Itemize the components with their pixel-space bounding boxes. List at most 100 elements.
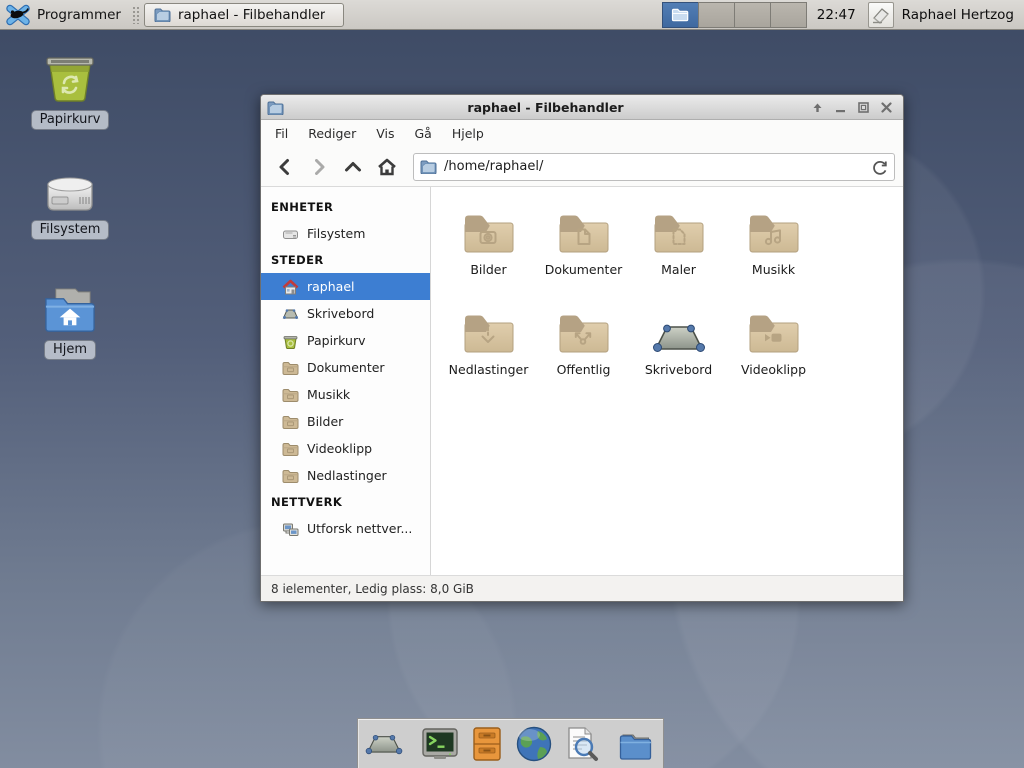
menubar: FilRedigerVisGåHjelp — [261, 120, 903, 147]
file-view[interactable]: Bilder Dokumenter Maler Musikk Nedlastin… — [431, 187, 903, 575]
workspace-window-icon — [671, 7, 689, 22]
desktop-icon — [652, 299, 706, 355]
desktop-icon-papirkurv[interactable]: Papirkurv — [18, 46, 122, 130]
dock-web-browser-button[interactable] — [515, 724, 553, 764]
taskbar-window-button[interactable]: raphael - Filbehandler — [144, 3, 344, 27]
dock-terminal-button[interactable] — [421, 724, 459, 764]
sidebar-item-bilder[interactable]: Bilder — [261, 408, 430, 435]
forward-button[interactable] — [303, 152, 335, 182]
sidebar-item-videoklipp[interactable]: Videoklipp — [261, 435, 430, 462]
folder-music-icon — [747, 199, 801, 255]
folder-share-icon — [557, 299, 611, 355]
sidebar-item-utforsk-nettver[interactable]: Utforsk nettver... — [261, 515, 430, 542]
sidebar-item-musikk[interactable]: Musikk — [261, 381, 430, 408]
dock-file-search-button[interactable] — [562, 724, 600, 764]
sidebar-item-filsystem[interactable]: Filsystem — [261, 220, 430, 247]
dock-file-cabinet-button[interactable] — [468, 724, 506, 764]
user-session-button[interactable] — [868, 2, 894, 28]
menu-vis[interactable]: Vis — [366, 122, 404, 145]
trash-icon — [42, 46, 98, 104]
desktop-icon-filsystem[interactable]: Filsystem — [18, 156, 122, 240]
menu-hjelp[interactable]: Hjelp — [442, 122, 494, 145]
file-item-label: Skrivebord — [645, 362, 712, 377]
file-item-label: Musikk — [752, 262, 795, 277]
workspace-4[interactable] — [770, 2, 807, 28]
shade-button[interactable] — [807, 98, 828, 117]
sidebar-item-label: Dokumenter — [307, 360, 385, 375]
folder-download-icon — [282, 468, 299, 483]
dock-file-manager-button[interactable] — [618, 724, 656, 764]
drive-icon — [42, 156, 98, 214]
folder-document-icon — [557, 199, 611, 255]
desktop-icon-label: Papirkurv — [31, 110, 110, 130]
network-icon — [282, 521, 299, 537]
window-title: raphael - Filbehandler — [290, 100, 801, 115]
tasklist-handle — [132, 6, 140, 24]
sidebar-item-label: Nedlastinger — [307, 468, 387, 483]
workspace-1[interactable] — [662, 2, 699, 28]
menu-g[interactable]: Gå — [405, 122, 442, 145]
workspace-2[interactable] — [698, 2, 735, 28]
file-item-maler[interactable]: Maler — [631, 199, 726, 299]
up-button[interactable] — [337, 152, 369, 182]
workspace-3[interactable] — [734, 2, 771, 28]
folder-video-icon — [282, 441, 299, 456]
home-button[interactable] — [371, 152, 403, 182]
file-item-label: Nedlastinger — [449, 362, 529, 377]
desktop-icon-label: Filsystem — [31, 220, 110, 240]
statusbar-text: 8 ielementer, Ledig plass: 8,0 GiB — [271, 582, 474, 596]
toolbar — [261, 147, 903, 187]
user-name[interactable]: Raphael Hertzog — [902, 7, 1014, 23]
eraser-icon — [871, 6, 891, 24]
sidebar-item-dokumenter[interactable]: Dokumenter — [261, 354, 430, 381]
distro-logo-icon — [6, 4, 30, 26]
folder-template-icon — [652, 199, 706, 255]
web-browser-icon — [515, 725, 553, 763]
file-item-bilder[interactable]: Bilder — [441, 199, 536, 299]
dock-show-desktop-button[interactable] — [365, 724, 403, 764]
dock — [357, 718, 664, 768]
path-input[interactable] — [413, 153, 895, 181]
sidebar-header-steder: STEDER — [261, 247, 430, 273]
file-item-label: Offentlig — [557, 362, 611, 377]
sidebar-item-skrivebord[interactable]: Skrivebord — [261, 300, 430, 327]
file-item-label: Bilder — [470, 262, 506, 277]
desktop-icon-hjem[interactable]: Hjem — [18, 276, 122, 360]
file-cabinet-icon — [468, 726, 506, 762]
trash-icon — [282, 333, 299, 349]
sidebar-item-label: Musikk — [307, 387, 350, 402]
sidebar-item-label: Papirkurv — [307, 333, 366, 348]
applications-menu-button[interactable]: Programmer — [0, 0, 130, 29]
folder-download-icon — [462, 299, 516, 355]
file-item-skrivebord[interactable]: Skrivebord — [631, 299, 726, 399]
folder-camera-icon — [282, 414, 299, 429]
sidebar-header-enheter: ENHETER — [261, 194, 430, 220]
maximize-button[interactable] — [853, 98, 874, 117]
menu-rediger[interactable]: Rediger — [298, 122, 366, 145]
folder-document-icon — [282, 360, 299, 375]
file-item-dokumenter[interactable]: Dokumenter — [536, 199, 631, 299]
sidebar-item-label: Filsystem — [307, 226, 365, 241]
sidebar-item-label: Bilder — [307, 414, 343, 429]
titlebar[interactable]: raphael - Filbehandler — [261, 95, 903, 120]
file-item-label: Videoklipp — [741, 362, 806, 377]
sidebar-item-papirkurv[interactable]: Papirkurv — [261, 327, 430, 354]
sidebar-item-nedlastinger[interactable]: Nedlastinger — [261, 462, 430, 489]
terminal-icon — [421, 727, 459, 761]
sidebar-header-nettverk: NETTVERK — [261, 489, 430, 515]
sidebar-item-raphael[interactable]: raphael — [261, 273, 430, 300]
refresh-icon[interactable] — [871, 159, 888, 176]
file-item-label: Dokumenter — [545, 262, 623, 277]
file-item-nedlastinger[interactable]: Nedlastinger — [441, 299, 536, 399]
workspace-switcher — [663, 2, 807, 28]
minimize-button[interactable] — [830, 98, 851, 117]
file-item-offentlig[interactable]: Offentlig — [536, 299, 631, 399]
back-button[interactable] — [269, 152, 301, 182]
clock[interactable]: 22:47 — [817, 7, 856, 23]
file-item-musikk[interactable]: Musikk — [726, 199, 821, 299]
file-item-videoklipp[interactable]: Videoklipp — [726, 299, 821, 399]
file-search-icon — [562, 725, 600, 763]
top-panel: Programmer raphael - Filbehandler 22:47 … — [0, 0, 1024, 30]
close-button[interactable] — [876, 98, 897, 117]
menu-fil[interactable]: Fil — [265, 122, 298, 145]
